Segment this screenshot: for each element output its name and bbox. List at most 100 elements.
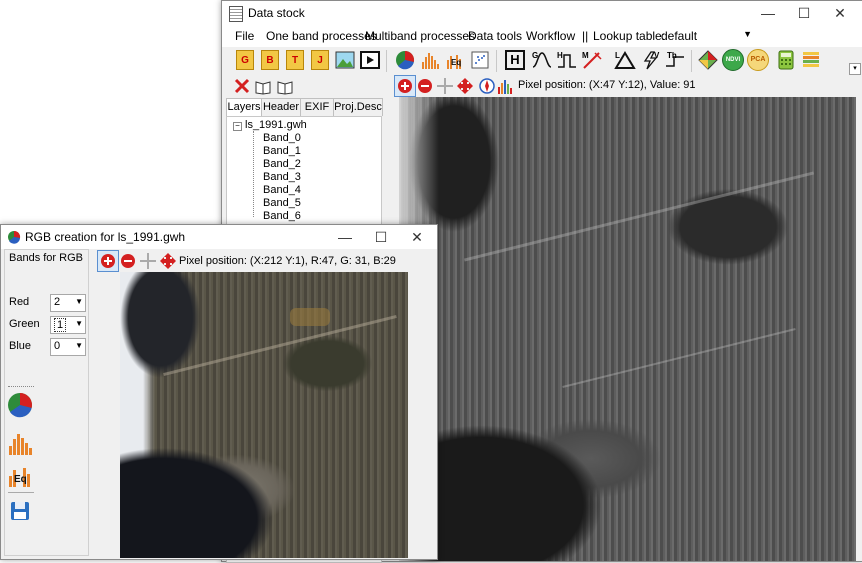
svg-text:G: G xyxy=(532,51,538,60)
g-file-button[interactable]: G xyxy=(234,49,256,71)
rgb-composite-button[interactable] xyxy=(394,49,416,71)
gaussian-button[interactable]: G xyxy=(531,49,553,71)
zoom-out-button[interactable] xyxy=(117,250,139,272)
pan-button[interactable] xyxy=(454,75,476,97)
tree-band-item[interactable]: Band_5 xyxy=(263,197,301,209)
zoom-in-button[interactable] xyxy=(97,250,119,272)
image-icon xyxy=(335,51,355,69)
ndvi-button[interactable]: NDVI xyxy=(722,49,744,71)
blue-band-select[interactable]: 0 ▼ xyxy=(50,338,86,356)
edge-detect-button[interactable]: L xyxy=(614,49,636,71)
pixel-histogram-button[interactable] xyxy=(494,75,516,97)
b-file-icon: B xyxy=(261,50,279,70)
lightning-filter-button[interactable]: V xyxy=(639,49,661,71)
tree-band-item[interactable]: Band_2 xyxy=(263,158,301,170)
svg-text:V: V xyxy=(654,51,660,60)
threshold-icon: Th xyxy=(666,51,684,67)
title-bar[interactable]: Data stock — ☐ ✕ xyxy=(222,1,862,25)
toolbar-separator xyxy=(386,50,387,72)
tab-layers[interactable]: Layers xyxy=(226,98,262,117)
zoom-in-button[interactable] xyxy=(394,75,416,97)
svg-text:M: M xyxy=(582,51,589,60)
j-file-icon: J xyxy=(311,50,329,70)
calculator-button[interactable] xyxy=(775,49,797,71)
scatter-plot-button[interactable] xyxy=(469,49,491,71)
svg-text:L: L xyxy=(615,51,620,60)
tree-band-item[interactable]: Band_4 xyxy=(263,184,301,196)
pan-arrows-icon xyxy=(457,78,473,94)
menu-bar: File One band processes Multiband proces… xyxy=(222,25,862,47)
toolbar-main: G B T J Eq H G H M L V Th NDVI PCA ▾ xyxy=(222,47,862,75)
classification-button[interactable] xyxy=(697,49,719,71)
crosshair-button[interactable] xyxy=(434,75,456,97)
red-band-select[interactable]: 2 ▼ xyxy=(50,294,86,312)
highway-line xyxy=(463,171,815,262)
histogram-button[interactable] xyxy=(419,49,441,71)
svg-text:Eq: Eq xyxy=(451,58,461,67)
histogram-match-button[interactable]: H xyxy=(556,49,578,71)
tree-band-item[interactable]: Band_0 xyxy=(263,132,301,144)
pan-button[interactable] xyxy=(157,250,179,272)
header-button[interactable]: H xyxy=(504,49,526,71)
minimize-button[interactable]: — xyxy=(754,3,782,23)
green-band-select[interactable]: 1 ▼ xyxy=(50,316,86,334)
title-bar[interactable]: RGB creation for ls_1991.gwh — ☐ ✕ xyxy=(1,225,437,249)
rgb-histogram-button[interactable] xyxy=(7,430,35,458)
toolbar-overflow-button[interactable]: ▾ xyxy=(849,63,861,75)
image-button[interactable] xyxy=(334,49,356,71)
maximize-button[interactable]: ☐ xyxy=(367,227,395,247)
window-title: Data stock xyxy=(248,6,305,20)
color-table-icon xyxy=(803,52,819,67)
remove-layer-button[interactable] xyxy=(231,75,253,97)
tree-band-item[interactable]: Band_3 xyxy=(263,171,301,183)
rgb-image-view[interactable] xyxy=(120,272,408,558)
highway-line xyxy=(562,327,796,389)
pan-arrows-icon xyxy=(160,253,176,269)
red-label: Red xyxy=(9,296,30,308)
red-band-value: 2 xyxy=(54,296,61,308)
tab-header[interactable]: Header xyxy=(261,98,301,116)
zoom-out-button[interactable] xyxy=(414,75,436,97)
tree-band-item[interactable]: Band_6 xyxy=(263,210,301,222)
minimize-button[interactable]: — xyxy=(331,227,359,247)
classification-icon xyxy=(698,50,718,70)
play-button[interactable] xyxy=(359,49,381,71)
menu-one-band-processes[interactable]: One band processes xyxy=(266,29,377,43)
grayscale-image-view[interactable] xyxy=(399,97,856,561)
histogram-equalize-button[interactable]: Eq xyxy=(444,49,466,71)
magic-wand-button[interactable]: M xyxy=(581,49,603,71)
rgb-equalize-button[interactable]: Eq xyxy=(7,462,35,490)
close-button[interactable]: ✕ xyxy=(403,227,431,247)
menu-data-tools[interactable]: Data tools xyxy=(468,29,522,43)
tab-proj-desc[interactable]: Proj.Desc xyxy=(333,98,383,116)
svg-text:Eq: Eq xyxy=(14,474,27,485)
pca-icon: PCA xyxy=(747,49,769,71)
lookup-table-select[interactable]: default ▼ xyxy=(658,28,754,44)
tree-root-file[interactable]: ls_1991.gwh xyxy=(245,119,307,131)
tab-exif[interactable]: EXIF xyxy=(300,98,334,116)
green-label: Green xyxy=(9,318,40,330)
threshold-button[interactable]: Th xyxy=(664,49,686,71)
chevron-down-icon: ▼ xyxy=(75,319,83,328)
tree-band-item[interactable]: Band_1 xyxy=(263,145,301,157)
t-file-button[interactable]: T xyxy=(284,49,306,71)
menu-file[interactable]: File xyxy=(235,29,254,43)
collapse-icon[interactable]: − xyxy=(233,122,242,131)
close-button[interactable]: ✕ xyxy=(826,3,854,23)
crosshair-button[interactable] xyxy=(137,250,159,272)
maximize-button[interactable]: ☐ xyxy=(790,3,818,23)
save-button[interactable] xyxy=(9,500,33,524)
crosshair-icon xyxy=(140,253,156,269)
create-rgb-button[interactable] xyxy=(7,392,35,420)
pca-button[interactable]: PCA xyxy=(747,49,769,71)
menu-multiband-processes[interactable]: Multiband processes xyxy=(365,29,475,43)
menu-workflow[interactable]: Workflow xyxy=(526,29,575,43)
toolbar-secondary: Pixel position: (X:47 Y:12), Value: 91 xyxy=(222,75,862,97)
menu-separator: || xyxy=(582,29,589,43)
save-book-button[interactable] xyxy=(274,75,296,97)
open-book-button[interactable] xyxy=(252,75,274,97)
color-table-button[interactable] xyxy=(800,49,822,71)
histogram-icon xyxy=(9,434,32,455)
j-file-button[interactable]: J xyxy=(309,49,331,71)
b-file-button[interactable]: B xyxy=(259,49,281,71)
